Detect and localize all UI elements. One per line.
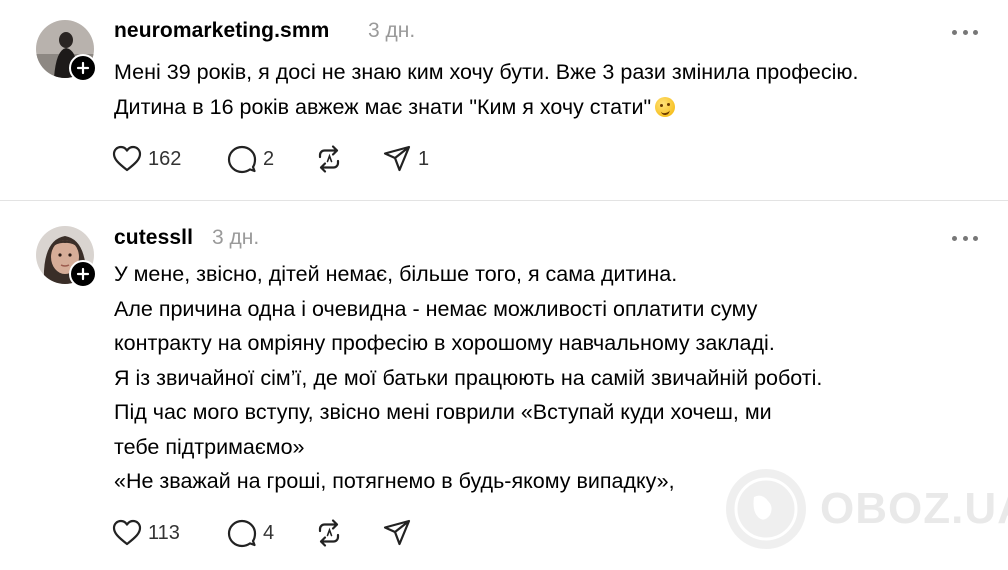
post-time: 3 дн. [212, 226, 260, 249]
comment-count: 2 [263, 147, 275, 170]
text-line: Але причина одна і очевидна - немає можл… [114, 296, 758, 321]
post-time: 3 дн. [368, 19, 416, 42]
text-line: «Не зважай на гроші, потягнемо в будь-як… [114, 469, 675, 493]
watermark-text: OBOZ.UA [820, 484, 1008, 533]
watermark: OBOZ.UA [724, 467, 1008, 551]
username[interactable]: cutessll [114, 226, 193, 250]
like-button[interactable]: 113 [112, 518, 180, 548]
comment-button[interactable]: 2 [227, 144, 274, 174]
text-line: Мені 39 років, я досі не знаю ким хочу б… [114, 60, 859, 84]
more-dots-icon[interactable] [952, 27, 978, 37]
like-button[interactable]: 162 [112, 144, 181, 174]
woozy-face-emoji-icon [655, 96, 676, 117]
share-count: 1 [418, 147, 430, 170]
text-line: контракту на омріяну професію в хорошому… [114, 331, 775, 355]
repost-button[interactable] [314, 144, 344, 174]
plus-icon [76, 267, 90, 281]
post-text: У мене, звісно, дітей немає, більше того… [114, 257, 822, 499]
text-line: Під час мого вступу, звісно мені говрили… [114, 400, 772, 424]
text-line: У мене, звісно, дітей немає, більше того… [114, 262, 678, 286]
comment-bubble-icon [227, 145, 257, 174]
share-button[interactable] [382, 518, 412, 548]
post-text: Мені 39 років, я досі не знаю ким хочу б… [114, 55, 858, 124]
heart-icon [112, 145, 142, 172]
text-line: Дитина в 16 років авжеж має знати "Ким я… [114, 94, 652, 119]
send-icon [383, 519, 411, 546]
text-line: тебе підтримаємо» [114, 434, 305, 459]
like-count: 113 [148, 521, 180, 544]
username[interactable]: neuromarketing.smm [114, 19, 329, 43]
text-line: Я із звичайної сім’ї, де мої батьки прац… [114, 365, 823, 390]
send-icon [383, 145, 411, 172]
heart-icon [112, 519, 142, 546]
globe-logo-icon [726, 469, 806, 549]
repost-icon [318, 145, 340, 173]
thread-post: neuromarketing.smm 3 дн. Мені 39 років, … [0, 0, 1008, 200]
repost-button[interactable] [314, 518, 344, 548]
comment-count: 4 [263, 521, 275, 544]
share-button[interactable]: 1 [382, 144, 429, 174]
follow-button[interactable] [69, 260, 97, 288]
repost-icon [318, 519, 340, 547]
like-count: 162 [148, 147, 182, 170]
follow-button[interactable] [69, 54, 97, 82]
comment-button[interactable]: 4 [227, 518, 274, 548]
comment-bubble-icon [227, 519, 257, 548]
plus-icon [76, 61, 90, 75]
more-dots-icon[interactable] [952, 233, 978, 243]
